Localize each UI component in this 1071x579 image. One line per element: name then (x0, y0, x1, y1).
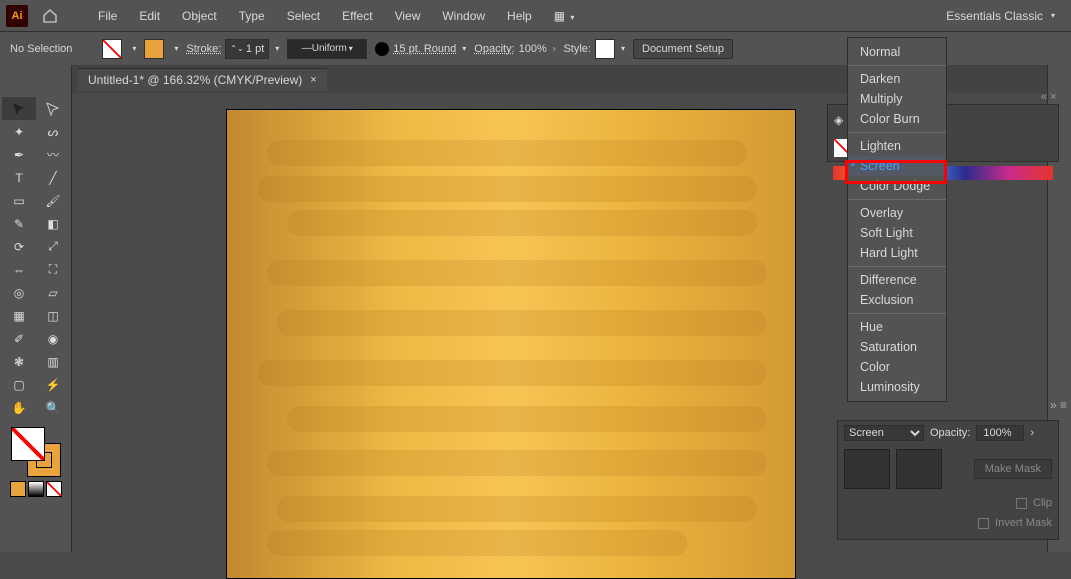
close-tab-icon[interactable]: × (310, 74, 316, 86)
shape-builder-tool[interactable]: ◎ (2, 281, 36, 304)
stroke-weight-input[interactable]: ⌃⌄ 1 pt (225, 39, 269, 59)
chevron-down-icon: ▾ (1051, 11, 1055, 20)
perspective-tool[interactable]: ▱ (36, 281, 70, 304)
eyedropper-tool[interactable]: ✐ (2, 327, 36, 350)
blend-mode-menu: Normal DarkenMultiplyColor Burn LightenScr… (847, 37, 947, 402)
mesh-tool[interactable]: ▦ (2, 304, 36, 327)
document-tab[interactable]: Untitled-1* @ 166.32% (CMYK/Preview) × (78, 68, 327, 91)
scale-tool[interactable]: ⤢ (36, 235, 70, 258)
opacity-arrow-icon[interactable]: › (1030, 427, 1034, 439)
opacity-value[interactable]: 100% (519, 43, 547, 55)
menu-view[interactable]: View (385, 5, 431, 27)
rotate-tool[interactable]: ⟳ (2, 235, 36, 258)
zoom-tool[interactable]: 🔍 (36, 396, 70, 419)
app-logo: Ai (6, 5, 28, 27)
blend-mode-color-dodge[interactable]: Color Dodge (848, 176, 946, 196)
blend-mode-select[interactable]: Screen (844, 425, 924, 441)
blend-mode-hard-light[interactable]: Hard Light (848, 243, 946, 263)
blend-mode-difference[interactable]: Difference (848, 270, 946, 290)
blend-mode-saturation[interactable]: Saturation (848, 337, 946, 357)
none-mode[interactable] (46, 481, 62, 497)
tab-title: Untitled-1* @ 166.32% (CMYK/Preview) (88, 73, 302, 87)
gradient-tool[interactable]: ◫ (36, 304, 70, 327)
stroke-swatch[interactable] (144, 39, 164, 59)
width-tool[interactable]: ⇔ (2, 258, 36, 281)
variable-width-profile[interactable]: — Uniform ▾ (287, 39, 367, 59)
arrange-docs-icon[interactable]: ▦ ▾ (554, 9, 575, 23)
tp-opacity-label: Opacity: (930, 427, 970, 439)
free-transform-tool[interactable]: ⛶ (36, 258, 70, 281)
clip-label: Clip (1033, 497, 1052, 509)
menu-file[interactable]: File (88, 5, 127, 27)
artboard[interactable] (226, 109, 796, 579)
collapse-panels-icon[interactable]: « × (1041, 91, 1057, 103)
blend-mode-overlay[interactable]: Overlay (848, 203, 946, 223)
brush-definition[interactable]: 15 pt. Round ▾ (375, 42, 466, 56)
workspace-switcher[interactable]: Essentials Classic ▾ (936, 5, 1065, 27)
workspace-label: Essentials Classic (946, 9, 1043, 23)
blend-mode-multiply[interactable]: Multiply (848, 89, 946, 109)
rectangle-tool[interactable]: ▭ (2, 189, 36, 212)
shaper-tool[interactable]: ✎ (2, 212, 36, 235)
artboard-tool[interactable]: ▢ (2, 373, 36, 396)
clip-checkbox[interactable] (1016, 498, 1027, 509)
style-label: Style: (563, 43, 591, 55)
invert-mask-checkbox[interactable] (978, 518, 989, 529)
selection-status: No Selection (10, 43, 72, 55)
toolbox: ✦ ᔕ ✒ 〰 T ╱ ▭ 🖌 ✎ ◧ ⟳ ⤢ ⇔ ⛶ ◎ ▱ ▦ ◫ ✐ ◉ … (0, 65, 72, 552)
menu-help[interactable]: Help (497, 5, 542, 27)
blend-mode-color[interactable]: Color (848, 357, 946, 377)
opacity-label: Opacity: (474, 43, 514, 55)
blend-mode-screen[interactable]: Screen (848, 156, 946, 176)
transparency-panel: Screen Opacity: 100% › Make Mask Clip In… (837, 420, 1059, 540)
paintbrush-tool[interactable]: 🖌 (36, 189, 70, 212)
menu-window[interactable]: Window (432, 5, 495, 27)
hand-tool[interactable]: ✋ (2, 396, 36, 419)
blend-mode-exclusion[interactable]: Exclusion (848, 290, 946, 310)
menu-object[interactable]: Object (172, 5, 227, 27)
blend-mode-darken[interactable]: Darken (848, 69, 946, 89)
menu-type[interactable]: Type (229, 5, 275, 27)
slice-tool[interactable]: ⚡ (36, 373, 70, 396)
blend-mode-color-burn[interactable]: Color Burn (848, 109, 946, 129)
eraser-tool[interactable]: ◧ (36, 212, 70, 235)
fill-stroke-indicator[interactable] (11, 427, 61, 477)
pen-tool[interactable]: ✒ (2, 143, 36, 166)
blend-mode-lighten[interactable]: Lighten (848, 136, 946, 156)
panel-options[interactable]: » ≡ (1050, 398, 1067, 412)
blend-mode-soft-light[interactable]: Soft Light (848, 223, 946, 243)
color-mode[interactable] (10, 481, 26, 497)
blend-mode-hue[interactable]: Hue (848, 317, 946, 337)
menu-edit[interactable]: Edit (129, 5, 170, 27)
type-tool[interactable]: T (2, 166, 36, 189)
menu-select[interactable]: Select (277, 5, 330, 27)
blend-mode-luminosity[interactable]: Luminosity (848, 377, 946, 397)
graphic-style-swatch[interactable] (595, 39, 615, 59)
line-tool[interactable]: ╱ (36, 166, 70, 189)
blend-mode-normal[interactable]: Normal (848, 42, 946, 62)
magic-wand-tool[interactable]: ✦ (2, 120, 36, 143)
menu-effect[interactable]: Effect (332, 5, 382, 27)
column-graph-tool[interactable]: ▥ (36, 350, 70, 373)
fill-swatch[interactable] (102, 39, 122, 59)
panel-icon: ◈ (834, 113, 843, 127)
make-mask-button[interactable]: Make Mask (974, 459, 1052, 479)
selection-tool[interactable] (2, 97, 36, 120)
thumbnail-object (844, 449, 890, 489)
curvature-tool[interactable]: 〰 (36, 143, 70, 166)
invert-mask-label: Invert Mask (995, 517, 1052, 529)
home-icon[interactable] (36, 4, 64, 28)
symbol-sprayer-tool[interactable]: ❃ (2, 350, 36, 373)
document-setup-button[interactable]: Document Setup (633, 39, 733, 59)
thumbnail-mask (896, 449, 942, 489)
tp-opacity-value[interactable]: 100% (976, 425, 1024, 441)
menubar: Ai File Edit Object Type Select Effect V… (0, 0, 1071, 31)
stroke-label: Stroke: (186, 43, 221, 55)
direct-selection-tool[interactable] (36, 97, 70, 120)
gradient-mode[interactable] (28, 481, 44, 497)
blend-tool[interactable]: ◉ (36, 327, 70, 350)
lasso-tool[interactable]: ᔕ (36, 120, 70, 143)
